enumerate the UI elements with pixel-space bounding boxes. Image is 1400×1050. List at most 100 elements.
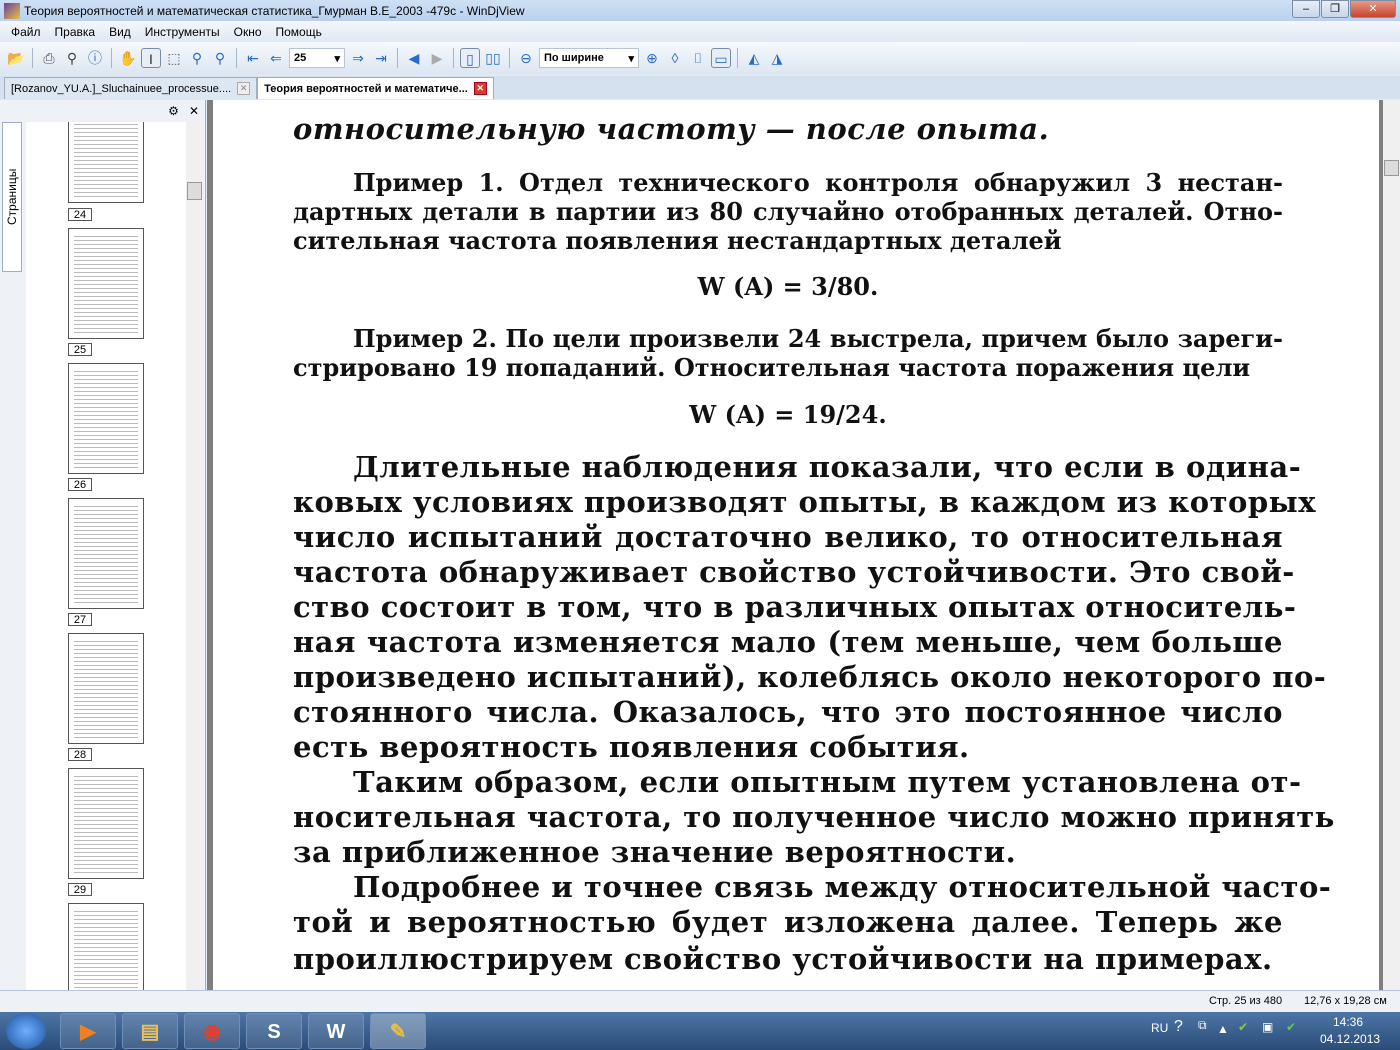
text-line: Таким образом, если опытным путем устано… (353, 765, 1302, 799)
text-line: проиллюстрируем свойство устойчивости на… (293, 942, 1273, 976)
app-icon (4, 2, 20, 19)
first-page-icon[interactable]: ⇤ (243, 48, 263, 68)
back-icon[interactable]: ◀ (404, 48, 424, 68)
text-line: стоянного числа. Оказалось, что это пост… (293, 695, 1283, 729)
page-thumbnail[interactable] (68, 498, 144, 609)
sidebar-scrollbar[interactable] (186, 122, 203, 990)
clock-time[interactable]: 14:36 (1333, 1015, 1363, 1029)
menu-file[interactable]: Файл (4, 25, 48, 39)
tab-rozanov[interactable]: [Rozanov_YU.A.]_Sluchainuee_processue...… (4, 77, 258, 99)
hand-tool-icon[interactable]: ✋ (118, 48, 138, 68)
skype-taskbar-icon[interactable]: S (246, 1013, 302, 1049)
media-player-taskbar-icon[interactable]: ▶ (60, 1013, 116, 1049)
page-thumbnail-label: 28 (68, 748, 92, 761)
help-icon[interactable]: ? (1174, 1018, 1183, 1036)
page-thumbnail[interactable] (68, 768, 144, 879)
window-title: Теория вероятностей и математическая ста… (24, 3, 525, 18)
menu-edit[interactable]: Правка (48, 25, 103, 39)
document-view: относительную частоту — после опыта. При… (207, 100, 1383, 990)
next-page-icon[interactable]: ⇒ (348, 48, 368, 68)
title-bar: Теория вероятностей и математическая ста… (0, 0, 1400, 21)
menu-view[interactable]: Вид (102, 25, 138, 39)
input-switch-icon[interactable]: ⧉ (1198, 1018, 1207, 1033)
rotate-right-icon[interactable]: ◮ (767, 48, 787, 68)
forward-icon[interactable]: ▶ (427, 48, 447, 68)
taskbar: ▶ ▤ ◉ S W ✎ RU ? ⧉ ▲ ✔ ▣ ✔ 14:36 04.12.2… (0, 1012, 1400, 1050)
fit-page-icon[interactable]: ◊ (665, 48, 685, 68)
page-thumbnail-label: 27 (68, 613, 92, 626)
page-thumbnail[interactable] (68, 633, 144, 744)
last-page-icon[interactable]: ⇥ (371, 48, 391, 68)
network-icon[interactable]: ▣ (1262, 1020, 1273, 1034)
select-text-icon[interactable]: I (141, 48, 161, 68)
text-line: Длительные наблюдения показали, что если… (353, 450, 1302, 484)
zoom-in-icon[interactable]: ⊕ (642, 48, 662, 68)
page-thumbnail[interactable] (68, 903, 144, 990)
document-scrollbar[interactable] (1383, 100, 1400, 990)
text-line: дартных детали в партии из 80 случайно о… (293, 197, 1283, 226)
close-tab-icon[interactable]: ✕ (237, 82, 251, 95)
status-bar: Стр. 25 из 480 12,76 x 19,28 см (0, 990, 1400, 1012)
usb-safe-remove-icon[interactable]: ✔ (1286, 1020, 1296, 1034)
select-rect-icon[interactable]: ⬚ (164, 48, 184, 68)
show-hidden-icons[interactable]: ▲ (1217, 1022, 1229, 1036)
page-thumbnail[interactable] (68, 228, 144, 339)
pages-panel-tab[interactable]: Страницы (2, 122, 22, 272)
actual-size-icon[interactable]: ⌷ (688, 48, 708, 68)
zoom-select[interactable]: По ширине ▾ (539, 48, 639, 68)
clock-date[interactable]: 04.12.2013 (1320, 1032, 1380, 1046)
menu-bar: Файл Правка Вид Инструменты Окно Помощь (0, 21, 1400, 42)
text-line: есть вероятность появления события. (293, 730, 970, 764)
start-button[interactable] (6, 1013, 46, 1049)
explorer-taskbar-icon[interactable]: ▤ (122, 1013, 178, 1049)
text-line: произведено испытаний), колеблясь около … (293, 660, 1327, 694)
close-tab-icon[interactable]: ✕ (473, 82, 487, 95)
single-page-icon[interactable]: ▯ (460, 48, 480, 68)
word-taskbar-icon[interactable]: W (308, 1013, 364, 1049)
page-thumbnail-label: 24 (68, 208, 92, 221)
close-button[interactable]: ✕ (1350, 0, 1396, 18)
page-number-select[interactable]: 25 ▾ (289, 48, 345, 68)
rotate-left-icon[interactable]: ◭ (744, 48, 764, 68)
page-thumbnail-label: 26 (68, 478, 92, 491)
menu-window[interactable]: Окно (227, 25, 269, 39)
text-line: относительную частоту — после опыта. (293, 112, 1050, 146)
menu-tools[interactable]: Инструменты (138, 25, 227, 39)
info-icon[interactable]: ⓘ (85, 48, 105, 68)
prev-page-icon[interactable]: ⇐ (266, 48, 286, 68)
open-icon[interactable]: 📂 (6, 48, 26, 68)
zoom-out-icon[interactable]: ⊖ (516, 48, 536, 68)
two-page-icon[interactable]: ▯▯ (483, 48, 503, 68)
tab-gmurman[interactable]: Теория вероятностей и математиче... ✕ (257, 77, 494, 99)
minimize-button[interactable]: ‒ (1292, 0, 1320, 18)
print-icon[interactable]: ⎙ (39, 48, 59, 68)
magnifier-icon[interactable]: ⚲ (210, 48, 230, 68)
text-line: Пример 1. Отдел технического контроля об… (353, 168, 1283, 197)
text-line: ство состоит в том, что в различных опыт… (293, 590, 1297, 624)
text-line: Подробнее и точнее связь между относител… (353, 870, 1332, 904)
text-line: ковых условиях производят опыты, в каждо… (293, 485, 1316, 519)
document-page: относительную частоту — после опыта. При… (213, 100, 1379, 990)
page-thumbnail[interactable] (68, 363, 144, 474)
maximize-button[interactable]: ❐ (1321, 0, 1349, 18)
document-tabs: [Rozanov_YU.A.]_Sluchainuee_processue...… (0, 76, 1400, 99)
pages-sidebar: Страницы ⚙ ✕ 24 25 26 27 28 29 (0, 100, 206, 990)
gear-icon[interactable]: ⚙ (168, 104, 179, 118)
text-line: сительная частота появления нестандартны… (293, 226, 1062, 255)
language-indicator[interactable]: RU (1151, 1021, 1168, 1035)
chrome-taskbar-icon[interactable]: ◉ (184, 1013, 240, 1049)
windjview-taskbar-icon[interactable]: ✎ (370, 1013, 426, 1049)
zoom-tool-icon[interactable]: ⚲ (187, 48, 207, 68)
text-line: стрировано 19 попаданий. Относительная ч… (293, 353, 1251, 382)
page-thumbnail[interactable] (68, 122, 144, 203)
tray-app-icon[interactable]: ✔ (1238, 1020, 1248, 1034)
page-thumbnail-label: 25 (68, 343, 92, 356)
text-line: частота обнаруживает свойство устойчивос… (293, 555, 1295, 589)
fit-width-icon[interactable]: ▭ (711, 48, 731, 68)
menu-help[interactable]: Помощь (269, 25, 329, 39)
text-line: число испытаний достаточно велико, то от… (293, 520, 1283, 554)
find-icon[interactable]: ⚲ (62, 48, 82, 68)
formula: W (A) = 3/80. (697, 272, 879, 301)
toolbar: 📂 ⎙ ⚲ ⓘ ✋ I ⬚ ⚲ ⚲ ⇤ ⇐ 25 ▾ ⇒ ⇥ ◀ ▶ ▯ ▯▯ ⊖… (0, 42, 1400, 74)
close-panel-icon[interactable]: ✕ (189, 104, 199, 118)
